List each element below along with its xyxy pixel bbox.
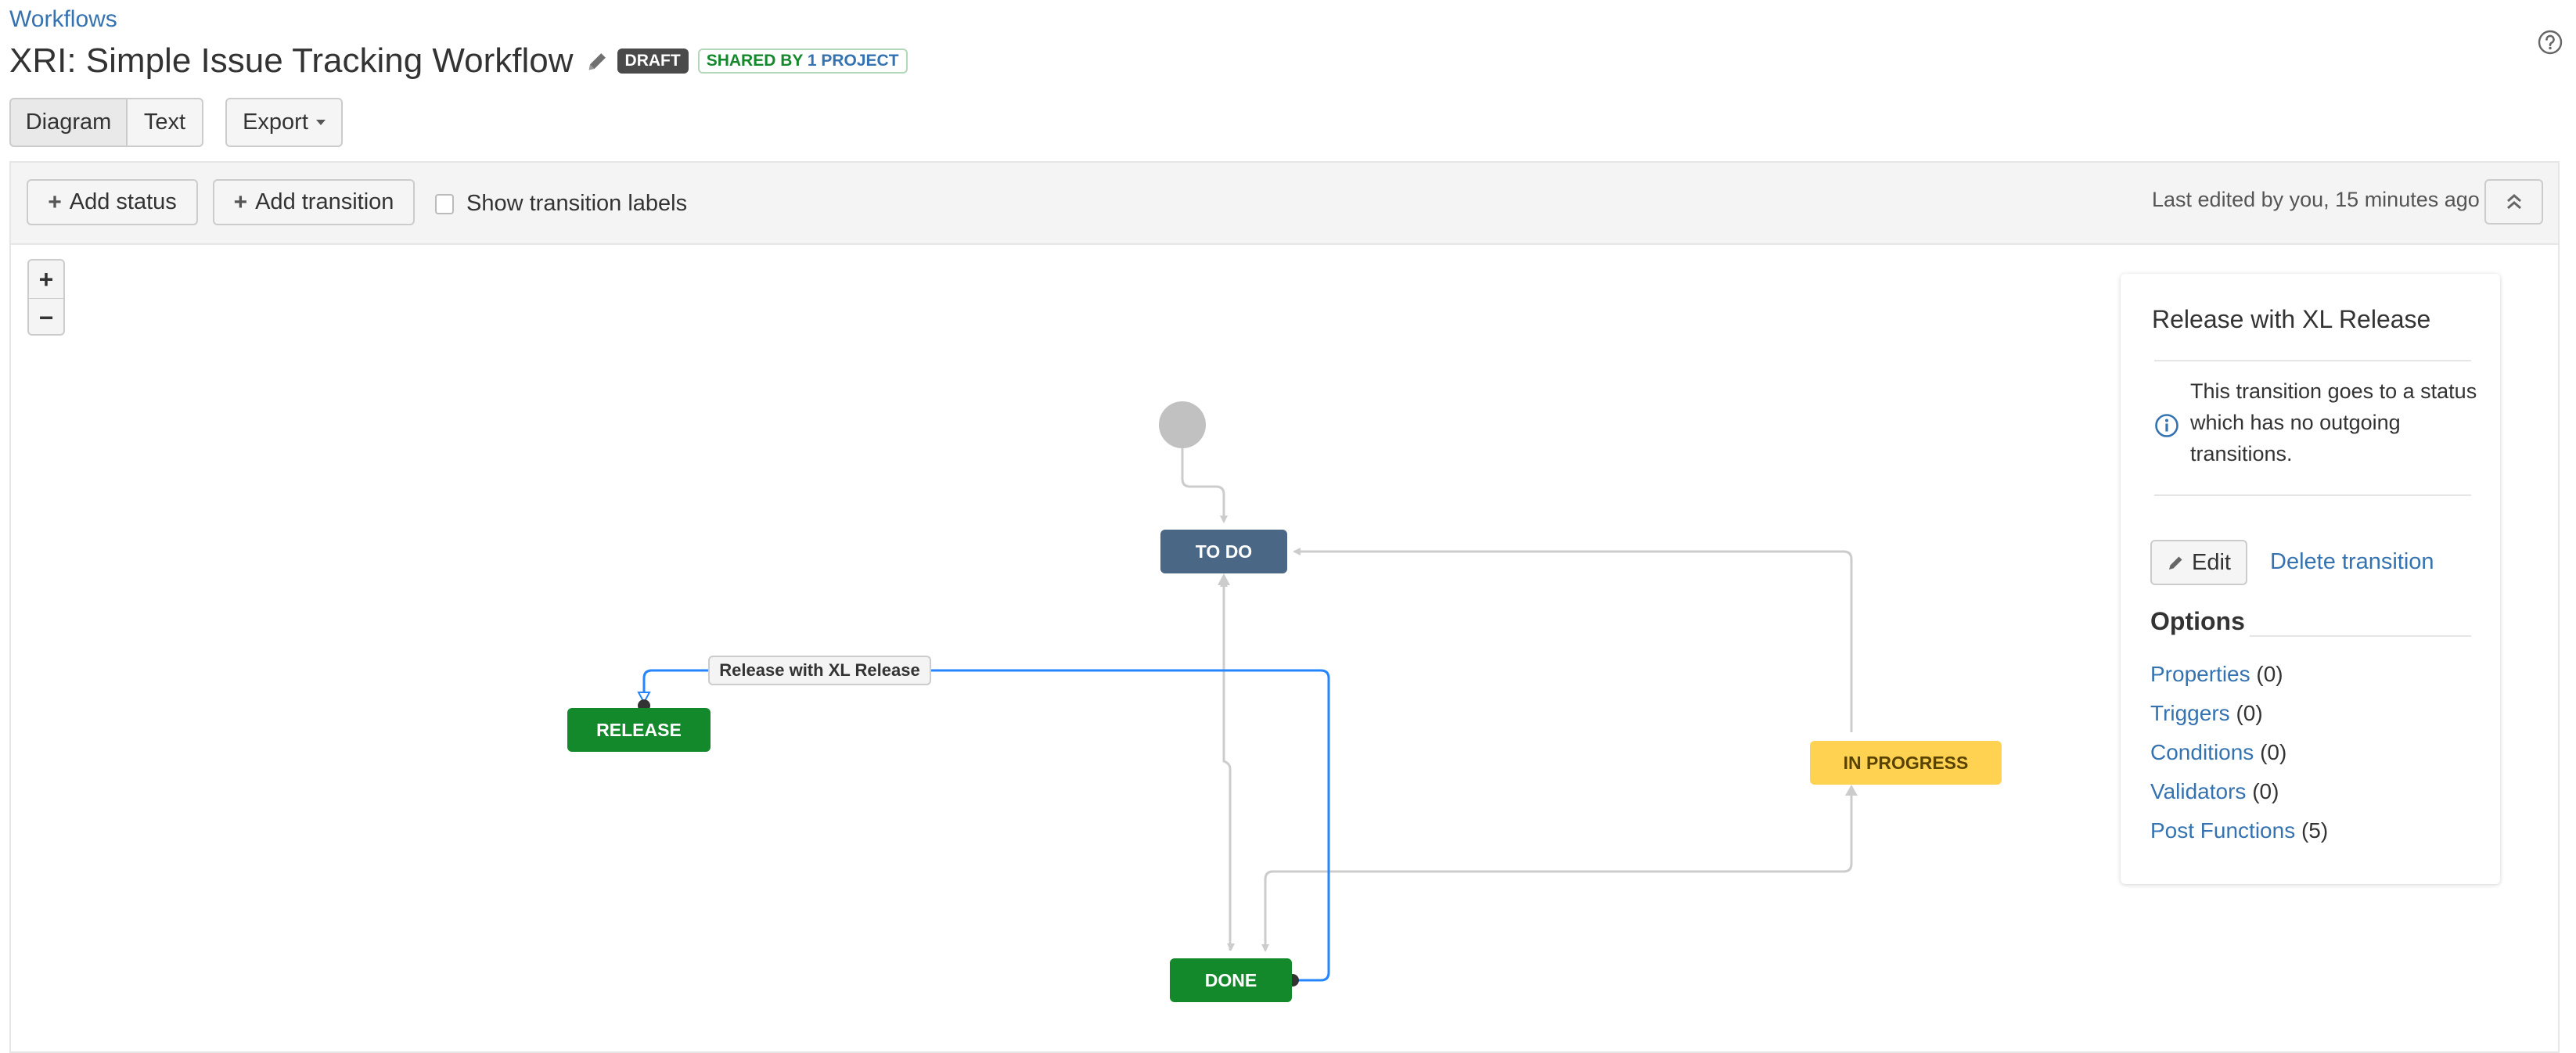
pencil-icon — [2169, 556, 2182, 570]
arrowhead-into-todo-bottom — [1218, 573, 1230, 585]
option-validators: Validators (0) — [2150, 779, 2279, 804]
transition-done-todo — [1220, 579, 1232, 951]
option-post-functions-count: (5) — [2301, 818, 2329, 843]
option-properties-count: (0) — [2256, 662, 2283, 686]
transition-done-release — [642, 669, 1330, 982]
transition-inprogress-todo — [1293, 548, 1853, 732]
panel-title: Release with XL Release — [2152, 305, 2431, 333]
option-triggers-link[interactable]: Triggers — [2150, 701, 2230, 725]
option-properties-link[interactable]: Properties — [2150, 662, 2250, 686]
option-post-functions-link[interactable]: Post Functions — [2150, 818, 2295, 843]
transition-inprogress-done — [1261, 792, 1853, 952]
status-node-done[interactable]: DONE — [1170, 958, 1292, 1002]
status-node-todo[interactable]: TO DO — [1160, 530, 1287, 573]
transition-start-todo — [1181, 448, 1228, 523]
option-validators-count: (0) — [2252, 779, 2279, 803]
option-conditions: Conditions (0) — [2150, 740, 2286, 765]
option-triggers-count: (0) — [2236, 701, 2263, 725]
info-icon — [2155, 414, 2178, 437]
option-triggers: Triggers (0) — [2150, 701, 2263, 726]
status-node-release[interactable]: RELEASE — [567, 708, 711, 752]
divider — [2154, 494, 2471, 496]
status-node-in-progress[interactable]: IN PROGRESS — [1810, 741, 2002, 785]
option-post-functions: Post Functions (5) — [2150, 818, 2328, 843]
delete-transition-link[interactable]: Delete transition — [2270, 549, 2434, 575]
edit-label: Edit — [2192, 549, 2231, 575]
divider — [2154, 360, 2471, 361]
transition-properties-panel: Release with XL Release This transition … — [2121, 274, 2500, 884]
option-validators-link[interactable]: Validators — [2150, 779, 2246, 803]
info-message: This transition goes to a status which h… — [2190, 379, 2477, 465]
options-divider — [2250, 635, 2471, 637]
arrowhead-into-inprogress-bottom — [1845, 785, 1858, 796]
option-conditions-count: (0) — [2260, 740, 2287, 764]
option-conditions-link[interactable]: Conditions — [2150, 740, 2254, 764]
option-properties: Properties (0) — [2150, 662, 2283, 687]
start-node[interactable] — [1159, 401, 1206, 448]
edit-transition-button[interactable]: Edit — [2150, 540, 2247, 585]
transition-label-release-with-xl-release[interactable]: Release with XL Release — [708, 656, 931, 685]
options-heading: Options — [2150, 607, 2245, 635]
